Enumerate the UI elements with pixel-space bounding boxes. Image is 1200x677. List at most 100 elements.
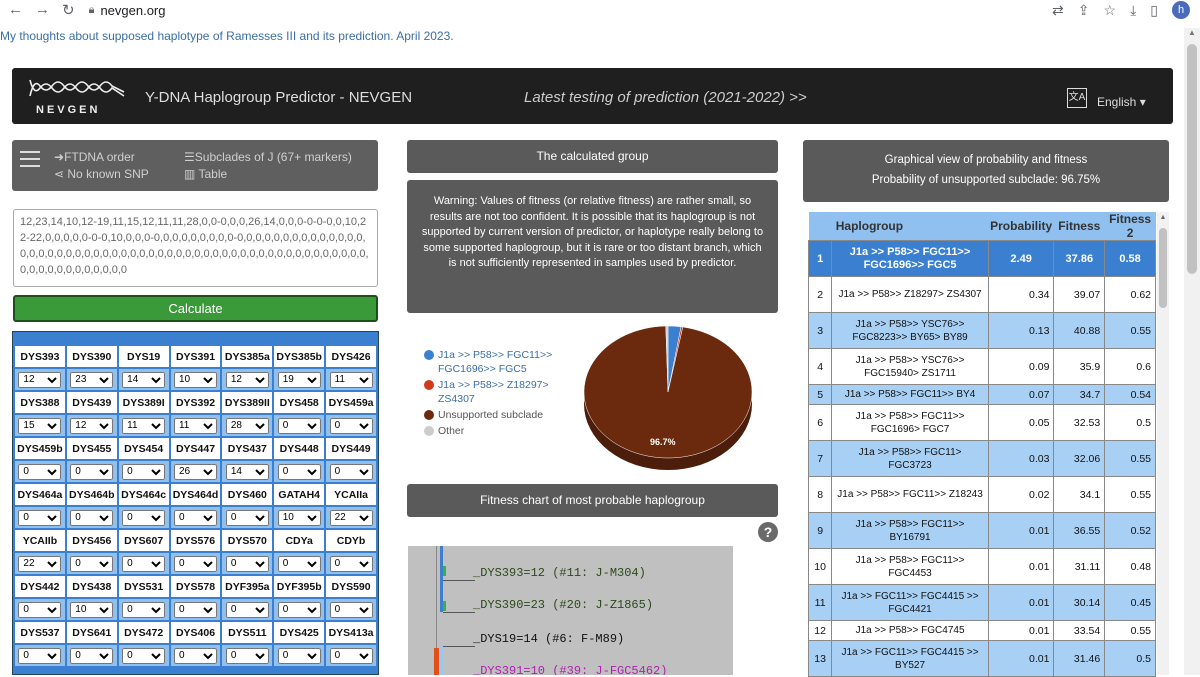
marker-value-select[interactable]: 12 [18,371,62,388]
marker-value-select[interactable]: 12 [225,371,269,388]
table-header[interactable]: Haplogroup [831,212,989,241]
marker-value-select[interactable]: 0 [173,647,217,664]
marker-value-select[interactable]: 0 [225,647,269,664]
marker-value-select[interactable]: 0 [329,601,373,618]
back-icon[interactable]: ← [8,1,23,19]
table-scroll-up-icon[interactable]: ▲ [1157,214,1169,221]
marker-value-select[interactable]: 0 [18,647,62,664]
marker-value-select[interactable]: 0 [329,417,373,434]
marker-value-select[interactable]: 12 [70,417,114,434]
bookmark-star-icon[interactable]: ☆ [1104,2,1117,19]
table-scrollbar-thumb[interactable] [1159,228,1167,308]
legend-item[interactable]: Unsupported subclade [424,408,574,422]
table-row[interactable]: 6 J1a >> P58>> FGC11>> FGC1696> FGC7 0.05 3… [807,404,1156,441]
table-row[interactable]: 3 J1a >> P58>> YSC76>> FGC8223>> BY65> BY… [807,312,1156,349]
marker-value-select[interactable]: 0 [173,509,217,526]
marker-value-select[interactable]: 0 [329,555,373,572]
no-known-snp-link[interactable]: ⋖ No known SNP [54,167,149,181]
table-scrollbar[interactable]: ▲ [1157,212,1169,675]
marker-value-select[interactable]: 0 [122,555,166,572]
table-row[interactable]: 1 J1a >> P58>> FGC11>> FGC1696>> FGC5 2.49… [807,240,1156,277]
reload-icon[interactable]: ↻ [62,1,75,19]
subclades-link[interactable]: ☰Subclades of J (67+ markers) [184,150,352,164]
marker-value-select[interactable]: 0 [225,509,269,526]
marker-value-select[interactable]: 0 [70,463,114,480]
legend-item[interactable]: J1a >> P58>> FGC11>> FGC1696>> FGC5 [424,348,574,376]
share-icon[interactable]: ⇪ [1078,2,1090,19]
marker-value-select[interactable]: 10 [70,601,114,618]
marker-value-select[interactable]: 0 [18,463,62,480]
ftdna-order-link[interactable]: ➜FTDNA order [54,150,135,164]
marker-value-select[interactable]: 0 [122,647,166,664]
table-header[interactable]: Probability [988,212,1054,241]
nevgen-logo[interactable]: NEVGEN [26,74,130,120]
marker-value-select[interactable]: 11 [173,417,217,434]
page-scrollbar[interactable]: ▲ [1184,28,1200,675]
marker-value-select[interactable]: 19 [277,371,321,388]
marker-value-select[interactable]: 14 [122,371,166,388]
latest-testing-link[interactable]: Latest testing of prediction (2021-2022)… [524,89,807,106]
marker-value-select[interactable]: 0 [329,463,373,480]
forward-icon[interactable]: → [35,1,50,19]
table-row[interactable]: 10 J1a >> P58>> FGC11>> FGC4453 0.01 31.11 0… [807,548,1156,585]
calculate-button[interactable]: Calculate [13,295,378,322]
marker-value-select[interactable]: 0 [277,417,321,434]
legend-item[interactable]: Other [424,424,574,438]
haplotype-input[interactable]: 12,23,14,10,12-19,11,15,12,11,11,28,0,0-… [13,209,378,287]
table-header[interactable]: Fitness 2 [1104,212,1156,241]
table-row[interactable]: 2 J1a >> P58>> Z18297> ZS4307 0.34 39.07 0.6… [807,276,1156,313]
marker-value-select[interactable]: 0 [18,601,62,618]
marker-value-select[interactable]: 10 [173,371,217,388]
lock-icon[interactable]: 🔒︎ [89,4,95,17]
table-row[interactable]: 13 J1a >> FGC11>> FGC4415 >> BY527 0.01 31.… [807,640,1156,677]
table-header[interactable]: Fitness [1053,212,1105,241]
table-row[interactable]: 5 J1a >> P58>> FGC11>> BY4 0.07 34.7 0.54 [807,384,1156,405]
side-panel-icon[interactable]: ▯ [1150,2,1158,19]
marker-value-select[interactable]: 0 [122,601,166,618]
table-row[interactable]: 9 J1a >> P58>> FGC11>> BY16791 0.01 36.55 0.… [807,512,1156,549]
marker-value-select[interactable]: 0 [70,509,114,526]
marker-value-select[interactable]: 11 [329,371,373,388]
marker-value-select[interactable]: 0 [277,463,321,480]
marker-value-select[interactable]: 0 [70,555,114,572]
marker-value-select[interactable]: 15 [18,417,62,434]
table-link[interactable]: ▥ Table [184,167,227,181]
scroll-up-icon[interactable]: ▲ [1184,28,1200,42]
table-row[interactable]: 8 J1a >> P58>> FGC11>> Z18243 0.02 34.1 0.55 [807,476,1156,513]
marker-value-select[interactable]: 0 [173,555,217,572]
marker-value-select[interactable]: 0 [173,601,217,618]
marker-value-select[interactable]: 23 [70,371,114,388]
table-row[interactable]: 4 J1a >> P58>> YSC76>> FGC15940> ZS1711 0.… [807,348,1156,385]
table-row[interactable]: 7 J1a >> P58>> FGC11> FGC3723 0.03 32.06 0.5… [807,440,1156,477]
marker-value-select[interactable]: 26 [173,463,217,480]
marker-value-select[interactable]: 0 [225,555,269,572]
translate-language-icon[interactable]: 文A [1067,88,1087,108]
profile-avatar[interactable]: h [1172,1,1190,19]
marker-value-select[interactable]: 0 [122,509,166,526]
marker-value-select[interactable]: 22 [329,509,373,526]
marker-value-select[interactable]: 0 [70,647,114,664]
scrollbar-thumb[interactable] [1187,44,1197,274]
settings-sliders-icon[interactable] [20,151,40,169]
language-dropdown[interactable]: English ▾ [1097,95,1146,109]
table-row[interactable]: 11 J1a >> FGC11>> FGC4415 >> FGC4421 0.01 3… [807,584,1156,621]
legend-item[interactable]: J1a >> P58>> Z18297> ZS4307 [424,378,574,406]
address-bar[interactable]: nevgen.org [100,3,165,18]
ramesses-article-link[interactable]: My thoughts about supposed haplotype of … [0,29,454,43]
marker-value-select[interactable]: 10 [277,509,321,526]
marker-value-select[interactable]: 0 [18,509,62,526]
translate-icon[interactable]: ⇄ [1052,2,1064,19]
help-icon[interactable]: ? [758,522,778,542]
marker-value-select[interactable]: 11 [122,417,166,434]
marker-value-select[interactable]: 0 [277,601,321,618]
marker-value-select[interactable]: 28 [225,417,269,434]
marker-value-select[interactable]: 0 [277,647,321,664]
marker-value-select[interactable]: 0 [225,601,269,618]
marker-value-select[interactable]: 0 [122,463,166,480]
marker-value-select[interactable]: 0 [329,647,373,664]
marker-value-select[interactable]: 0 [277,555,321,572]
marker-value-select[interactable]: 22 [18,555,62,572]
download-icon[interactable]: ⤓ [1130,2,1136,19]
marker-value-select[interactable]: 14 [225,463,269,480]
table-row[interactable]: 12 J1a >> P58>> FGC4745 0.01 33.54 0.55 [807,620,1156,641]
